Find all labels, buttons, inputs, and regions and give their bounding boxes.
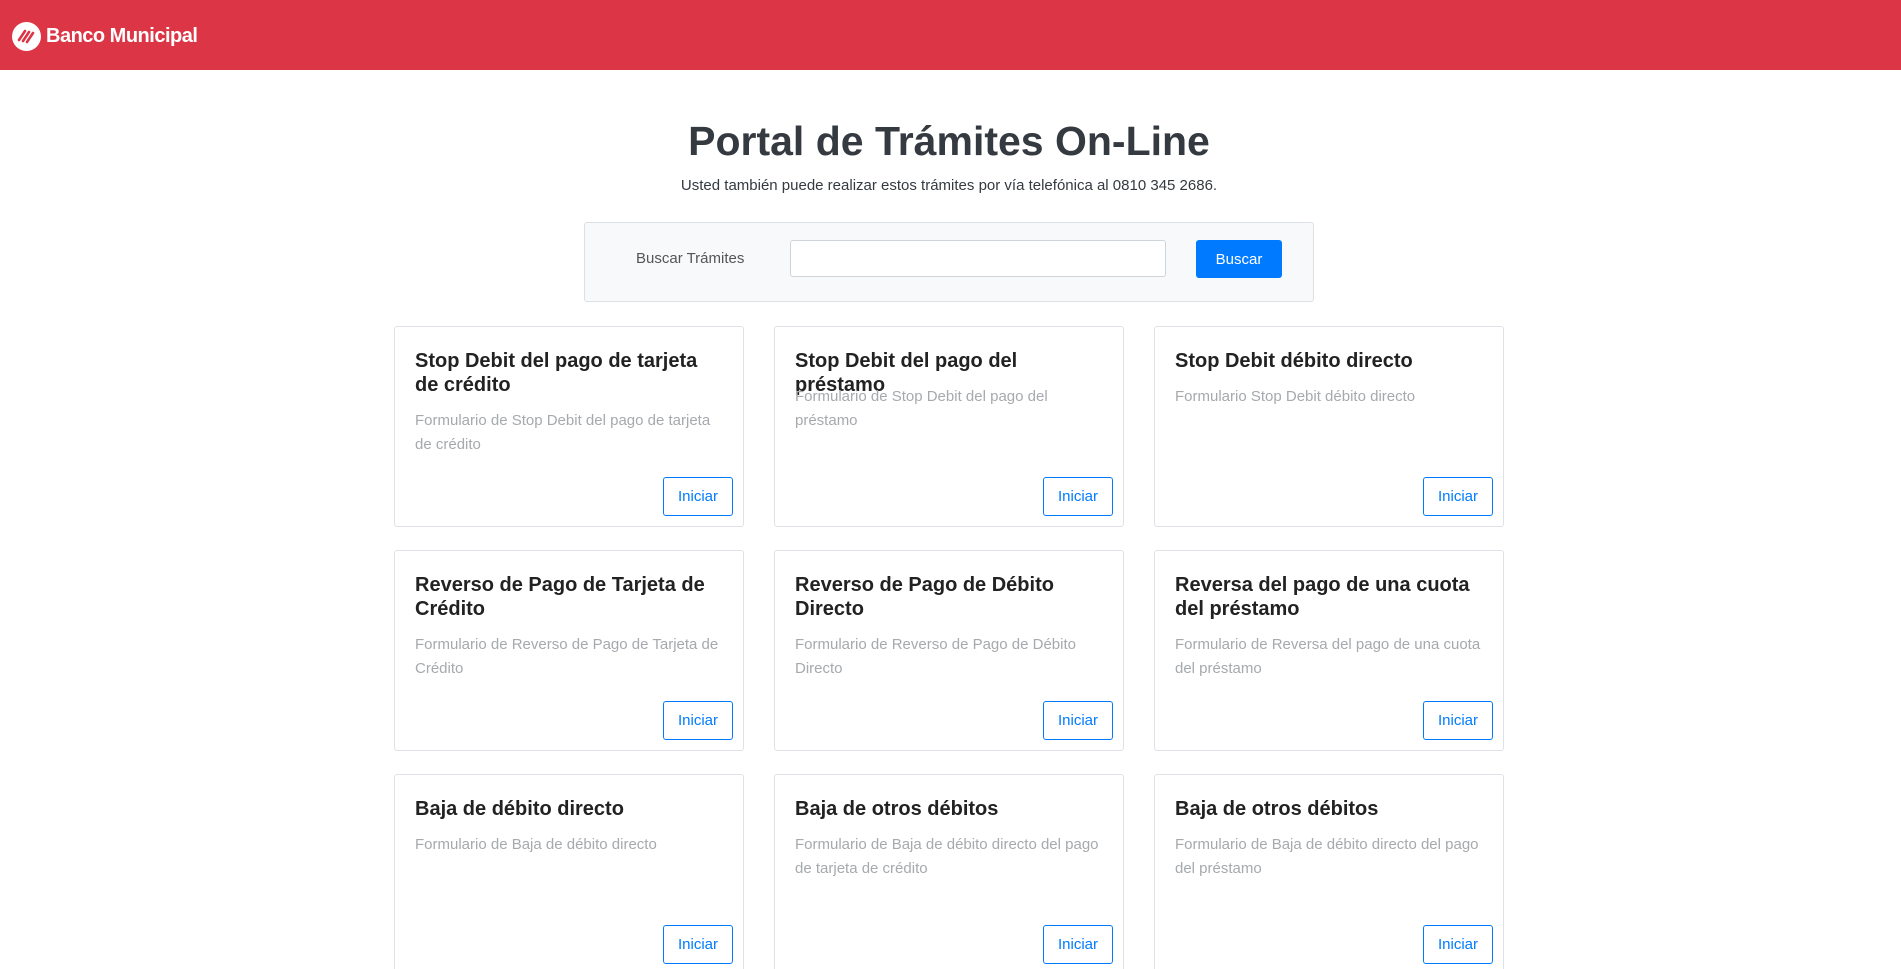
brand-link[interactable]: Banco Municipal: [12, 20, 198, 52]
card-description: Formulario de Stop Debit del pago de tar…: [415, 412, 711, 453]
iniciar-button[interactable]: Iniciar: [1423, 925, 1493, 964]
tramite-card: Reverso de Pago de Débito Directo Formul…: [774, 550, 1124, 751]
card-description: Formulario de Baja de débito directo del…: [795, 836, 1099, 877]
card-title: Baja de otros débitos: [795, 798, 999, 820]
brand-name: Banco Municipal: [46, 24, 198, 47]
card-title: Baja de otros débitos: [1175, 798, 1379, 820]
tramite-card: Baja de otros débitos Formulario de Baja…: [774, 774, 1124, 969]
card-title: Stop Debit débito directo: [1175, 350, 1413, 372]
tramite-card: Reversa del pago de una cuota del présta…: [1154, 550, 1504, 751]
iniciar-button[interactable]: Iniciar: [1043, 925, 1113, 964]
iniciar-button[interactable]: Iniciar: [1043, 701, 1113, 740]
banco-municipal-logo-icon: [12, 21, 41, 51]
card-title: Reverso de Pago de Débito Directo: [795, 574, 1054, 620]
tramite-card: Baja de débito directo Formulario de Baj…: [394, 774, 744, 969]
page-title: Portal de Trámites On-Line: [688, 118, 1210, 164]
iniciar-button[interactable]: Iniciar: [1043, 477, 1113, 516]
card-description: Formulario de Reverso de Pago de Débito …: [795, 636, 1076, 677]
page-subtitle: Usted también puede realizar estos trámi…: [680, 177, 1218, 194]
iniciar-button[interactable]: Iniciar: [1423, 477, 1493, 516]
top-navbar: Banco Municipal: [0, 0, 1901, 70]
iniciar-button[interactable]: Iniciar: [663, 701, 733, 740]
tramite-card: Reverso de Pago de Tarjeta de Crédito Fo…: [394, 550, 744, 751]
card-title: Reversa del pago de una cuota del présta…: [1175, 574, 1470, 620]
tramite-card: Stop Debit débito directo Formulario Sto…: [1154, 326, 1504, 527]
card-title: Baja de débito directo: [415, 798, 624, 820]
search-button[interactable]: Buscar: [1196, 240, 1282, 278]
search-label: Buscar Trámites: [636, 250, 745, 267]
card-description: Formulario de Baja de débito directo: [415, 836, 657, 853]
tramite-card: Stop Debit del pago del préstamo Formula…: [774, 326, 1124, 527]
iniciar-button[interactable]: Iniciar: [663, 925, 733, 964]
card-description: Formulario de Reverso de Pago de Tarjeta…: [415, 636, 719, 677]
card-description: Formulario de Reversa del pago de una cu…: [1175, 636, 1481, 677]
card-title: Reverso de Pago de Tarjeta de Crédito: [415, 574, 705, 620]
iniciar-button[interactable]: Iniciar: [663, 477, 733, 516]
iniciar-button[interactable]: Iniciar: [1423, 701, 1493, 740]
tramite-card: Baja de otros débitos Formulario de Baja…: [1154, 774, 1504, 969]
card-description: Formulario Stop Debit débito directo: [1175, 388, 1416, 405]
card-title: Stop Debit del pago de tarjeta de crédit…: [415, 350, 698, 396]
tramite-card: Stop Debit del pago de tarjeta de crédit…: [394, 326, 744, 527]
card-description: Formulario de Baja de débito directo del…: [1175, 836, 1479, 877]
search-panel: Buscar Trámites Buscar: [584, 222, 1314, 302]
search-input[interactable]: [790, 240, 1166, 277]
card-description: Formulario de Stop Debit del pago del pr…: [795, 388, 1048, 429]
